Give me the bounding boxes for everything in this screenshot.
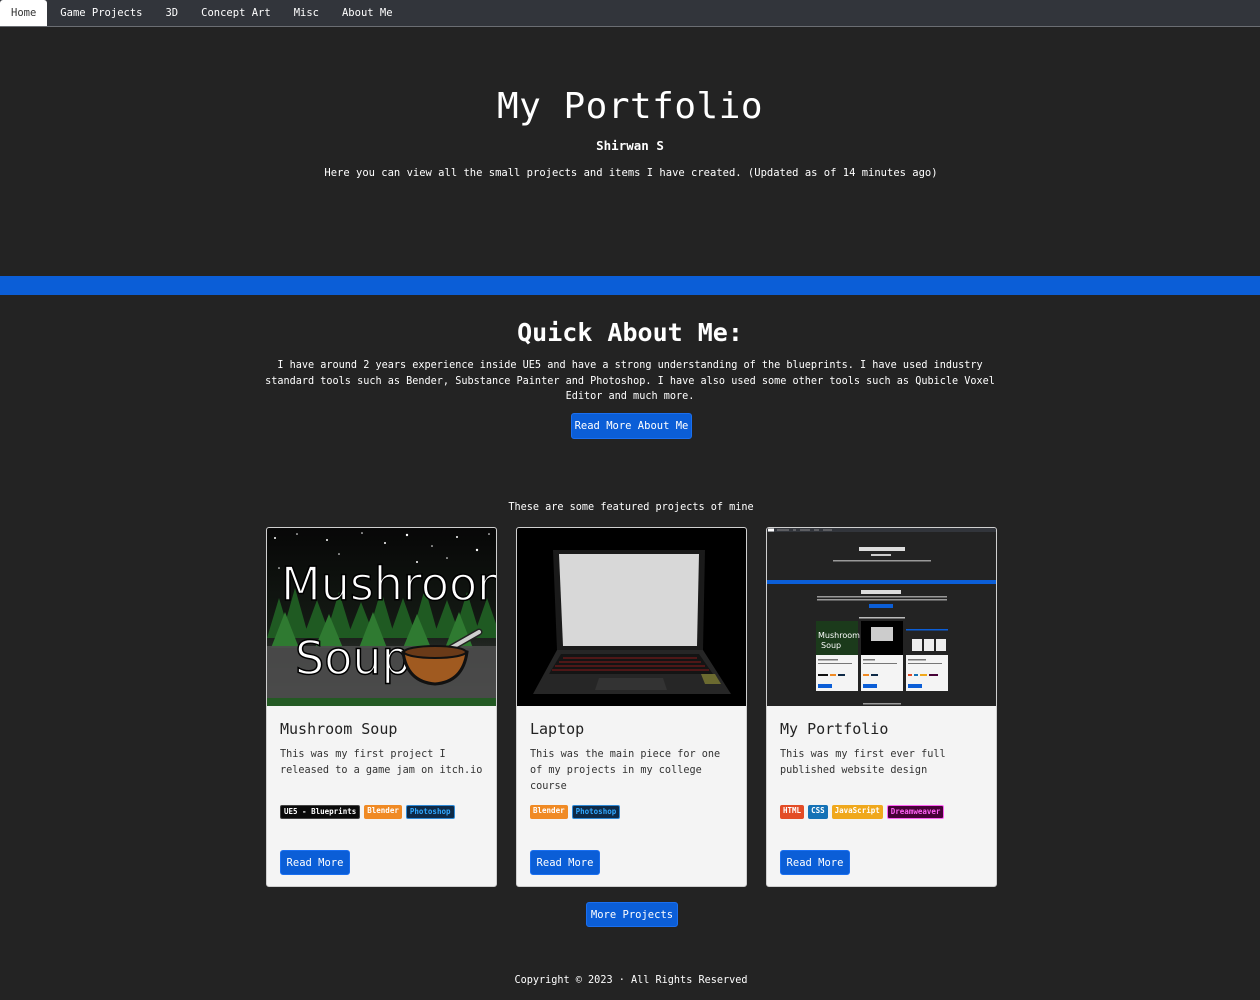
nav-item-misc[interactable]: Misc xyxy=(283,0,330,26)
read-more-button[interactable]: Read More xyxy=(780,850,850,875)
top-nav: Home Game Projects 3D Concept Art Misc A… xyxy=(0,0,1260,27)
tag-html: HTML xyxy=(780,805,805,819)
tag-photoshop: Photoshop xyxy=(571,805,621,819)
read-more-button[interactable]: Read More xyxy=(280,850,350,875)
tag-list: Blender Photoshop xyxy=(530,805,621,819)
tag-dreamweaver: Dreamweaver xyxy=(886,805,945,819)
svg-text:Mushroom: Mushroom xyxy=(818,631,860,640)
page-title: My Portfolio xyxy=(496,86,764,127)
hero-description: Here you can view all the small projects… xyxy=(324,167,938,179)
tag-blender: Blender xyxy=(364,805,402,819)
card-title: Mushroom Soup xyxy=(280,720,398,738)
about-text: I have around 2 years experience inside … xyxy=(265,360,995,402)
tag-css: CSS xyxy=(808,805,828,819)
author-name: Shirwan S xyxy=(596,138,664,153)
tag-list: UE5 - Blueprints Blender Photoshop xyxy=(280,805,455,819)
read-more-button[interactable]: Read More xyxy=(530,850,600,875)
card-title: Laptop xyxy=(530,720,585,738)
portfolio-thumbnail: Mushroom Soup xyxy=(767,528,996,706)
card-description: This was my first project I released to … xyxy=(280,749,483,776)
accent-divider xyxy=(0,276,1260,295)
tag-blender: Blender xyxy=(530,805,568,819)
project-card-laptop: Laptop This was the main piece for one o… xyxy=(516,527,747,887)
card-description: This was the main piece for one of my pr… xyxy=(530,749,721,792)
mushroom-title-art: Mushroom xyxy=(281,557,496,611)
nav-item-concept-art[interactable]: Concept Art xyxy=(190,0,282,26)
card-description: This was my first ever full published we… xyxy=(780,749,946,776)
project-card-mushroom-soup: Mushroom Soup Mushroom Soup This was my … xyxy=(266,527,497,887)
soup-title-art: Soup xyxy=(295,631,411,685)
mushroom-soup-thumbnail: Mushroom Soup xyxy=(267,528,496,706)
tag-javascript: JavaScript xyxy=(831,805,883,819)
nav-item-about-me[interactable]: About Me xyxy=(331,0,404,26)
nav-item-3d[interactable]: 3D xyxy=(154,0,189,26)
laptop-thumbnail xyxy=(517,528,746,706)
project-card-my-portfolio: Mushroom Soup My Portfolio This was my f… xyxy=(766,527,997,887)
tag-ue5-blueprints: UE5 - Blueprints xyxy=(280,805,361,819)
svg-text:Soup: Soup xyxy=(821,641,841,650)
nav-item-home[interactable]: Home xyxy=(0,0,48,26)
read-more-about-me-button[interactable]: Read More About Me xyxy=(571,413,692,439)
tag-list: HTML CSS JavaScript Dreamweaver xyxy=(780,805,945,819)
about-heading: Quick About Me: xyxy=(517,318,743,347)
card-title: My Portfolio xyxy=(780,720,889,738)
tag-photoshop: Photoshop xyxy=(405,805,455,819)
footer-copyright: Copyright © 2023 · All Rights Reserved xyxy=(514,975,748,986)
more-projects-button[interactable]: More Projects xyxy=(586,902,678,927)
featured-caption: These are some featured projects of mine xyxy=(508,502,754,513)
nav-item-game-projects[interactable]: Game Projects xyxy=(49,0,153,26)
